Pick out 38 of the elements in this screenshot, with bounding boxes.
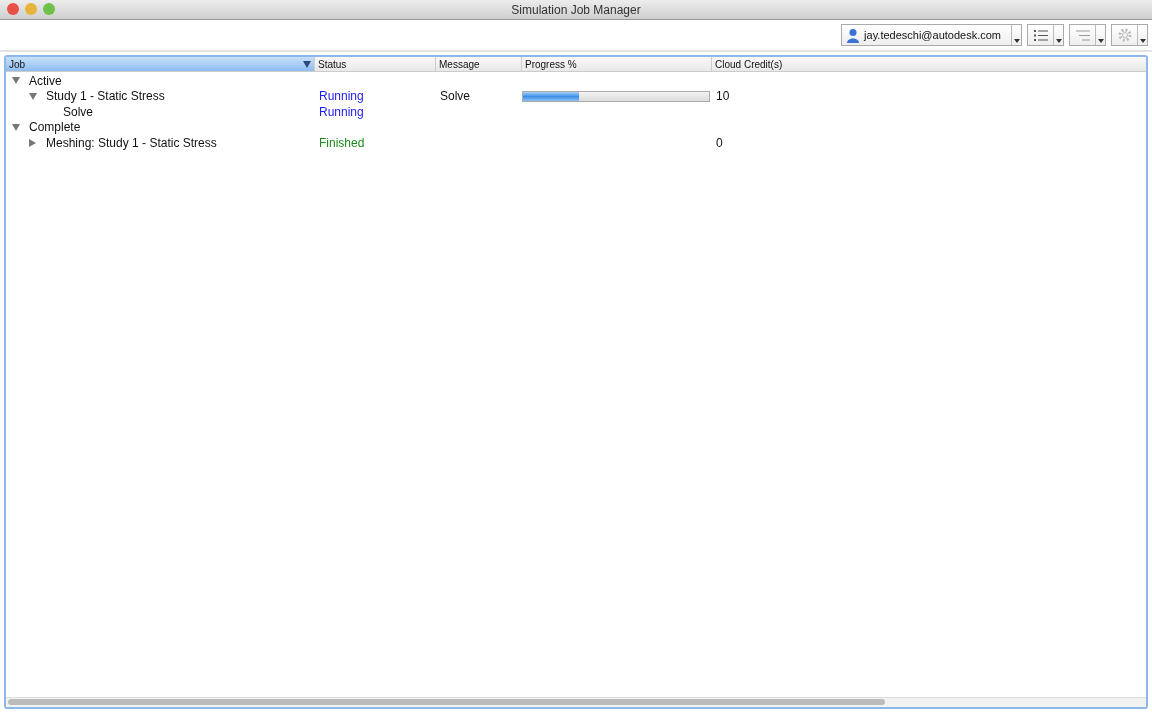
scrollbar-thumb[interactable] (8, 699, 885, 705)
lines-icon (1076, 29, 1090, 41)
expanded-triangle-icon[interactable] (12, 123, 20, 131)
caret-icon (1055, 39, 1062, 43)
close-button[interactable] (7, 3, 19, 15)
settings-button[interactable] (1111, 24, 1148, 46)
settings-icon (1118, 28, 1132, 42)
column-header[interactable]: Status (315, 57, 436, 71)
person-icon (846, 27, 861, 43)
caret-icon (1139, 39, 1146, 43)
job-name: Complete (29, 120, 81, 135)
job-name: Meshing: Study 1 - Static Stress (46, 135, 217, 150)
expanded-triangle-icon[interactable] (12, 77, 20, 85)
credits-value: 0 (716, 135, 723, 150)
caret-icon (1013, 39, 1020, 43)
status-text: Running (319, 89, 364, 104)
collapsed-triangle-icon[interactable] (29, 138, 36, 147)
job-name: Study 1 - Static Stress (46, 89, 165, 104)
job-name: Active (29, 73, 62, 88)
sort-arrow-icon (303, 60, 311, 68)
column-header[interactable]: Job (6, 57, 315, 71)
minimize-button[interactable] (25, 3, 37, 15)
list-icon (1034, 29, 1048, 41)
caret-icon (1097, 39, 1104, 43)
status-text: Finished (319, 135, 365, 150)
column-header[interactable]: Message (436, 57, 522, 71)
window-title: Simulation Job Manager (511, 2, 641, 17)
status-text: Running (319, 104, 364, 119)
align-button[interactable] (1069, 24, 1106, 46)
zoom-button[interactable] (43, 3, 55, 15)
list-view-button[interactable] (1027, 24, 1064, 46)
job-name: Solve (63, 104, 94, 119)
column-header[interactable]: Progress % (522, 57, 712, 71)
column-header[interactable]: Cloud Credit(s) (712, 57, 1146, 71)
credits-value: 10 (716, 89, 730, 104)
message-text: Solve (440, 89, 471, 104)
expanded-triangle-icon[interactable] (29, 92, 37, 100)
account-dropdown[interactable]: jay.tedeschi@autodesk.com (841, 24, 1022, 46)
